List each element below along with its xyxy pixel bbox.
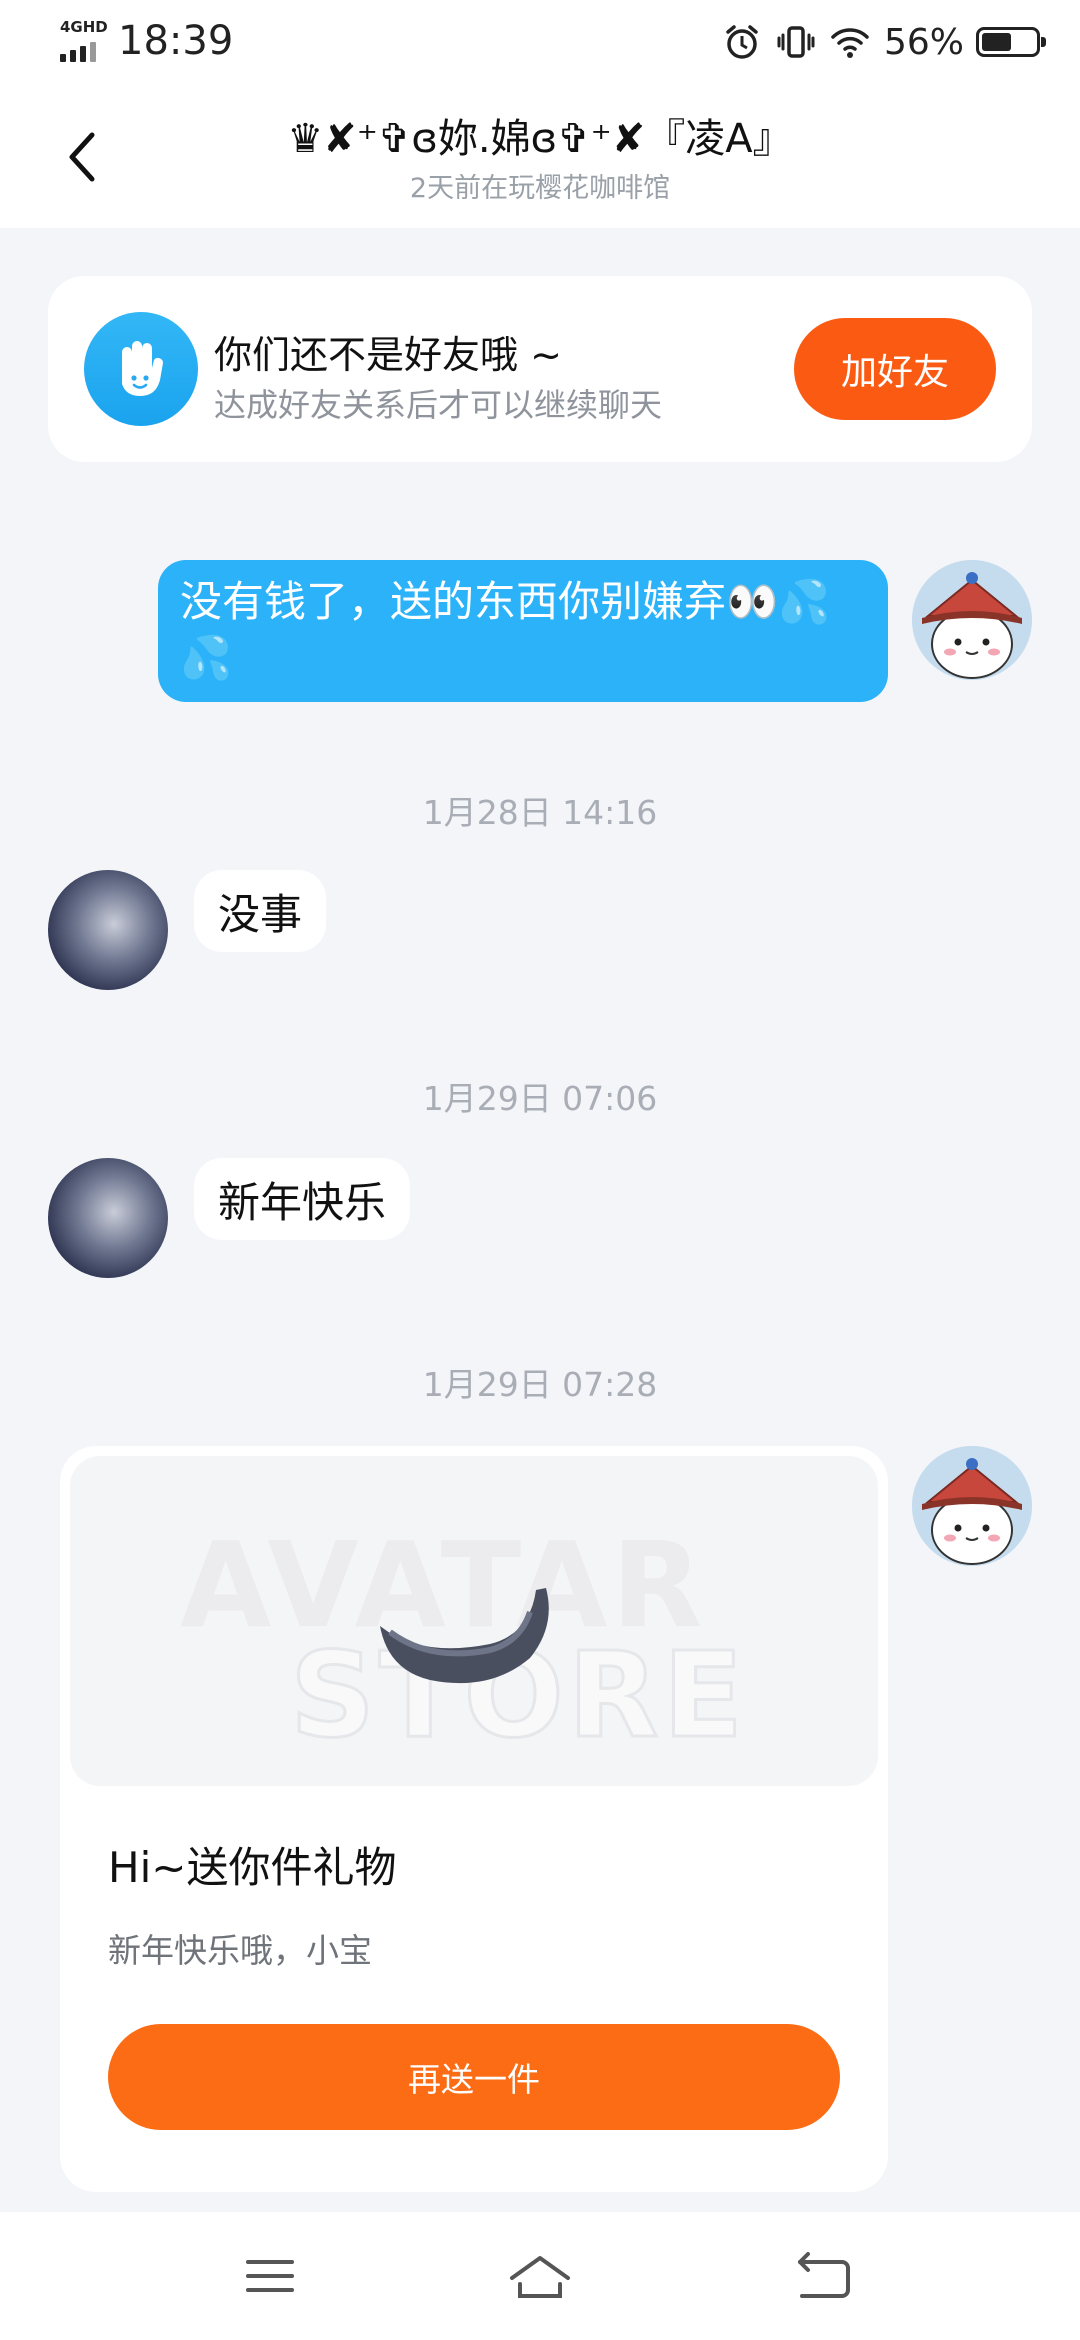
send-another-button[interactable]: 再送一件 [108, 2024, 840, 2130]
add-friend-button[interactable]: 加好友 [794, 318, 996, 420]
menu-button[interactable] [234, 2240, 306, 2312]
message-timestamp: 1月28日 14:16 [422, 793, 658, 832]
battery-icon [976, 27, 1046, 57]
menu-icon [246, 2260, 294, 2292]
home-icon [510, 2256, 570, 2298]
not-friends-banner: 你们还不是好友哦 ~ 达成好友关系后才可以继续聊天 加好友 [48, 276, 1032, 462]
mustache-item-image [380, 1588, 549, 1684]
chat-title: ♛✘⁺✞ɞ妳.婂ɞ✞⁺✘『凌A』 [287, 116, 793, 162]
message-bubble-received[interactable]: 新年快乐 [194, 1158, 411, 1240]
status-bar: 4GHD 18:39 56% [0, 0, 1080, 84]
system-nav-bar [0, 2212, 1080, 2340]
clock-time: 18:39 [118, 18, 234, 64]
message-timestamp: 1月29日 07:28 [422, 1365, 658, 1404]
gift-message: 新年快乐哦，小宝 [108, 1931, 372, 1970]
back-nav-button[interactable] [788, 2240, 860, 2312]
network-label: 4GHD [60, 18, 108, 36]
my-avatar[interactable] [912, 560, 1032, 680]
return-icon [798, 2252, 850, 2298]
chat-subtitle: 2天前在玩樱花咖啡馆 [409, 173, 671, 204]
contact-avatar[interactable] [48, 870, 168, 990]
gift-image: AVATAR STORE [70, 1456, 878, 1786]
battery-percent: 56% [883, 21, 964, 63]
message-bubble-received[interactable]: 没事 [194, 870, 327, 952]
chat-header: ♛✘⁺✞ɞ妳.婂ɞ✞⁺✘『凌A』 2天前在玩樱花咖啡馆 [0, 84, 1080, 228]
message-bubble-sent[interactable]: 没有钱了，送的东西你别嫌弃👀💦💦 [158, 560, 888, 702]
banner-description: 达成好友关系后才可以继续聊天 [214, 386, 663, 424]
waving-hand-icon [84, 312, 198, 426]
alarm-icon [726, 25, 758, 59]
contact-avatar[interactable] [48, 1158, 168, 1278]
vibrate-icon [777, 26, 815, 58]
message-timestamp: 1月29日 07:06 [422, 1079, 658, 1118]
chevron-left-icon [69, 132, 95, 182]
wifi-icon [831, 28, 869, 58]
banner-title: 你们还不是好友哦 ~ [214, 333, 562, 377]
gift-title: Hi~送你件礼物 [108, 1843, 397, 1892]
back-button[interactable] [60, 122, 130, 192]
network-signal-icon: 4GHD [58, 18, 108, 64]
gift-card[interactable]: AVATAR STORE Hi~送你件礼物 新年快乐哦，小宝 再送一件 [60, 1446, 888, 2192]
my-avatar[interactable] [912, 1446, 1032, 1566]
home-button[interactable] [504, 2240, 576, 2312]
